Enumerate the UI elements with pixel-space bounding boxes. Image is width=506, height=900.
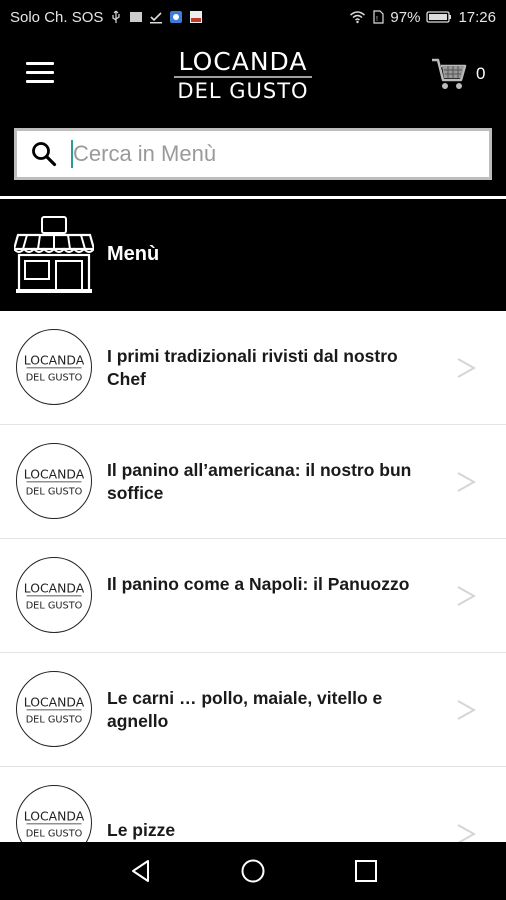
category-logo: LOCANDA DEL GUSTO [16, 557, 92, 633]
hamburger-line [26, 62, 54, 65]
hamburger-line [26, 71, 54, 74]
list-item[interactable]: LOCANDA DEL GUSTO Il panino come a Napol… [0, 539, 506, 653]
category-label: Il panino all’americana: il nostro bun s… [107, 460, 412, 503]
battery-percent: 97% [390, 8, 421, 26]
search-area [0, 118, 506, 196]
logo-thumb-line-1: LOCANDA [24, 352, 85, 367]
logo-thumb-line-1: LOCANDA [24, 808, 85, 823]
status-bar-left: Solo Ch. SOS [10, 9, 203, 26]
menu-title: Menù [107, 243, 160, 265]
battery-icon [426, 11, 452, 23]
sim-icon: ! [373, 10, 385, 24]
app-bar: LOCANDA DEL GUSTO 0 [0, 34, 506, 118]
locanda-logo-thumb: LOCANDA DEL GUSTO [24, 808, 85, 839]
category-label: Le pizze [107, 820, 176, 840]
category-logo: LOCANDA DEL GUSTO [16, 671, 92, 747]
search-box[interactable] [14, 128, 492, 180]
logo-thumb-line-2: DEL GUSTO [26, 600, 83, 611]
list-item[interactable]: LOCANDA DEL GUSTO Le pizze [0, 767, 506, 842]
category-logo: LOCANDA DEL GUSTO [16, 443, 92, 519]
store-icon [14, 216, 94, 293]
check-notification-icon [150, 12, 163, 24]
shopping-cart-icon[interactable] [430, 56, 468, 92]
list-item[interactable]: LOCANDA DEL GUSTO Le carni … pollo, maia… [0, 653, 506, 767]
logo-line-1: LOCANDA [179, 47, 308, 76]
category-label: I primi tradizionali rivisti dal nostro … [107, 346, 398, 389]
logo-thumb-line-1: LOCANDA [24, 580, 85, 595]
category-label: Le carni … pollo, maiale, vitello e agne… [107, 688, 383, 731]
locanda-del-gusto-logo: LOCANDA DEL GUSTO [174, 47, 312, 102]
carrier-label: Solo Ch. SOS [10, 8, 104, 26]
logo-thumb-line-2: DEL GUSTO [26, 828, 83, 839]
logo-thumb-line-1: LOCANDA [24, 694, 85, 709]
usb-icon [112, 10, 120, 23]
hamburger-line [26, 80, 54, 83]
chevron-right-icon [457, 586, 476, 606]
cart-count: 0 [476, 64, 486, 83]
status-bar-right: ! 97% 17:26 [349, 9, 496, 26]
search-icon [32, 142, 57, 167]
image-notification-icon [130, 12, 143, 22]
chevron-right-icon [457, 358, 476, 378]
system-navigation-bar [0, 842, 506, 900]
logo-thumb-line-2: DEL GUSTO [26, 714, 83, 725]
chevron-right-icon [457, 472, 476, 492]
recent-apps-icon[interactable] [353, 858, 379, 884]
locanda-logo-thumb: LOCANDA DEL GUSTO [24, 694, 85, 725]
news-notification-icon [190, 11, 203, 23]
wifi-icon [350, 11, 366, 24]
menu-section-header: Menù [0, 199, 506, 311]
app-notification-icon [170, 11, 183, 23]
list-item[interactable]: LOCANDA DEL GUSTO Il panino all’american… [0, 425, 506, 539]
back-icon[interactable] [128, 858, 154, 884]
category-logo: LOCANDA DEL GUSTO [16, 329, 92, 405]
status-bar: Solo Ch. SOS ! 97% 17:26 [0, 0, 506, 34]
logo-thumb-line-2: DEL GUSTO [26, 486, 83, 497]
menu-hamburger-button[interactable] [26, 62, 54, 84]
category-label: Il panino come a Napoli: il Panuozzo [107, 574, 410, 594]
home-icon[interactable] [240, 858, 266, 884]
logo-line-2: DEL GUSTO [177, 79, 308, 102]
locanda-logo-thumb: LOCANDA DEL GUSTO [24, 580, 85, 611]
logo-thumb-line-2: DEL GUSTO [26, 372, 83, 383]
svg-text:!: ! [376, 16, 378, 23]
search-input[interactable] [73, 141, 489, 167]
clock: 17:26 [458, 8, 496, 26]
category-logo: LOCANDA DEL GUSTO [16, 785, 92, 842]
list-item[interactable]: LOCANDA DEL GUSTO I primi tradizionali r… [0, 311, 506, 425]
logo-thumb-line-1: LOCANDA [24, 466, 85, 481]
locanda-logo-thumb: LOCANDA DEL GUSTO [24, 352, 85, 383]
chevron-right-icon [457, 824, 476, 842]
locanda-logo-thumb: LOCANDA DEL GUSTO [24, 466, 85, 497]
chevron-right-icon [457, 700, 476, 720]
menu-category-list: LOCANDA DEL GUSTO I primi tradizionali r… [0, 311, 506, 842]
